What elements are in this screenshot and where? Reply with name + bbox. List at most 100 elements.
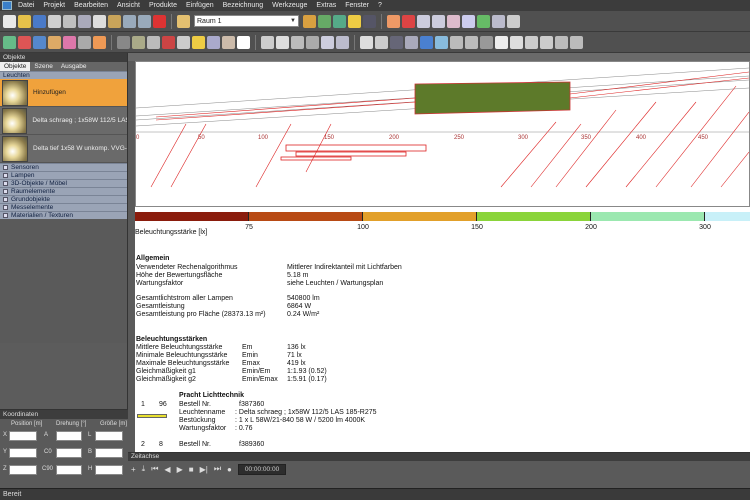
menu-help[interactable]: ? xyxy=(378,2,382,9)
menu-extras[interactable]: Extras xyxy=(316,2,336,9)
menu-einfuegen[interactable]: Einfügen xyxy=(186,2,214,9)
print-icon[interactable] xyxy=(48,14,61,28)
project-icon[interactable] xyxy=(177,14,190,28)
position-y-input[interactable] xyxy=(9,448,37,458)
page-icon[interactable] xyxy=(495,35,508,49)
expand-icon[interactable] xyxy=(3,213,8,218)
play-icon[interactable]: ▶ xyxy=(177,465,183,474)
line-icon[interactable] xyxy=(132,35,145,49)
view-iso-icon[interactable] xyxy=(480,35,493,49)
texture-icon[interactable] xyxy=(237,35,250,49)
page3-icon[interactable] xyxy=(525,35,538,49)
grid-blue-icon[interactable] xyxy=(33,35,46,49)
app-icon[interactable] xyxy=(2,1,12,10)
size-l-input[interactable] xyxy=(95,431,123,441)
section-materialien[interactable]: Materialien / Texturen xyxy=(0,211,127,219)
menu-werkzeuge[interactable]: Werkzeuge xyxy=(272,2,307,9)
snap-icon[interactable] xyxy=(3,35,16,49)
grid-gray-icon[interactable] xyxy=(78,35,91,49)
redo-icon[interactable] xyxy=(138,14,151,28)
view-side-icon[interactable] xyxy=(450,35,463,49)
menu-bearbeiten[interactable]: Bearbeiten xyxy=(74,2,108,9)
keyframe-icon[interactable]: ⤓ xyxy=(142,464,146,474)
grid-pink-icon[interactable] xyxy=(63,35,76,49)
tab-objekte[interactable]: Objekte xyxy=(0,62,31,71)
timeline-time[interactable]: 00:00:00:00 xyxy=(237,463,287,475)
rotation-c90-input[interactable] xyxy=(56,465,82,475)
check-icon[interactable] xyxy=(477,14,490,28)
section-grundobjekte[interactable]: Grundobjekte xyxy=(0,195,127,203)
last-frame-icon[interactable]: ⏭ xyxy=(214,464,221,474)
orbit-icon[interactable] xyxy=(261,35,274,49)
room-icon[interactable] xyxy=(303,14,316,28)
luminaire-delta-schraeg[interactable]: Delta schraeg ; 1x58W 112/5 LAS xyxy=(0,107,127,135)
rotation-a-input[interactable] xyxy=(56,431,82,441)
section-lampen[interactable]: Lampen xyxy=(0,171,127,179)
page4-icon[interactable] xyxy=(540,35,553,49)
prev-frame-icon[interactable]: ◀ xyxy=(164,465,170,474)
cube-icon[interactable] xyxy=(462,14,475,28)
layers-icon[interactable] xyxy=(375,35,388,49)
view-top-icon[interactable] xyxy=(465,35,478,49)
next-frame-icon[interactable]: ▶| xyxy=(200,465,208,474)
room-select[interactable]: Raum 1 ▼ xyxy=(194,15,299,27)
help-pointer-icon[interactable] xyxy=(507,14,520,28)
render-icon[interactable] xyxy=(390,35,403,49)
luminaire-delta-tief[interactable]: Delta tief 1x58 W unkomp. VVG- xyxy=(0,135,127,163)
grid-orange-icon[interactable] xyxy=(48,35,61,49)
section-3d-objekte[interactable]: 3D-Objekte / Möbel xyxy=(0,179,127,187)
room-tool-icon[interactable] xyxy=(318,14,331,28)
delete-icon[interactable] xyxy=(153,14,166,28)
scale-icon[interactable] xyxy=(417,14,430,28)
save-icon[interactable] xyxy=(33,14,46,28)
open-folder-icon[interactable] xyxy=(18,14,31,28)
menu-produkte[interactable]: Produkte xyxy=(149,2,177,9)
paste-icon[interactable] xyxy=(108,14,121,28)
page5-icon[interactable] xyxy=(555,35,568,49)
zoom-in-icon[interactable] xyxy=(321,35,334,49)
size-h-input[interactable] xyxy=(95,465,123,475)
rotation-c0-input[interactable] xyxy=(56,448,82,458)
page6-icon[interactable] xyxy=(570,35,583,49)
section-messelemente[interactable]: Messelemente xyxy=(0,203,127,211)
tab-ausgabe[interactable]: Ausgabe xyxy=(57,62,91,71)
expand-icon[interactable] xyxy=(3,173,8,178)
menu-bezeichnung[interactable]: Bezeichnung xyxy=(223,2,263,9)
object-icon[interactable] xyxy=(222,35,235,49)
plan-icon[interactable] xyxy=(405,35,418,49)
expand-icon[interactable] xyxy=(3,189,8,194)
position-x-input[interactable] xyxy=(9,431,37,441)
luminaire-add[interactable]: Hinzufügen xyxy=(0,79,127,107)
rotate-icon[interactable] xyxy=(402,14,415,28)
page2-icon[interactable] xyxy=(510,35,523,49)
luminaire-icon[interactable] xyxy=(177,35,190,49)
cut-icon[interactable] xyxy=(78,14,91,28)
menu-ansicht[interactable]: Ansicht xyxy=(117,2,140,9)
sensor-icon[interactable] xyxy=(207,35,220,49)
calc-icon[interactable] xyxy=(333,14,346,28)
grid-red-icon[interactable] xyxy=(18,35,31,49)
move-icon[interactable] xyxy=(387,14,400,28)
pointer-icon[interactable] xyxy=(117,35,130,49)
zoom-window-icon[interactable] xyxy=(336,35,349,49)
print-preview-icon[interactable] xyxy=(63,14,76,28)
first-frame-icon[interactable]: ⏮ xyxy=(151,464,158,474)
light-icon[interactable] xyxy=(348,14,361,28)
zoom-icon[interactable] xyxy=(276,35,289,49)
undo-icon[interactable] xyxy=(123,14,136,28)
section-raumelemente[interactable]: Raumelemente xyxy=(0,187,127,195)
pan-icon[interactable] xyxy=(291,35,304,49)
menu-fenster[interactable]: Fenster xyxy=(345,2,369,9)
section-leuchten[interactable]: Leuchten xyxy=(0,71,127,79)
size-b-input[interactable] xyxy=(95,448,123,458)
measure-icon[interactable] xyxy=(93,35,106,49)
keyframe-add-icon[interactable]: + xyxy=(131,465,136,474)
section-sensoren[interactable]: Sensoren xyxy=(0,163,127,171)
expand-icon[interactable] xyxy=(3,205,8,210)
new-file-icon[interactable] xyxy=(3,14,16,28)
arrow-down-icon[interactable] xyxy=(492,14,505,28)
3d-view-icon[interactable] xyxy=(420,35,433,49)
tab-szene[interactable]: Szene xyxy=(30,62,56,71)
mirror-icon[interactable] xyxy=(432,14,445,28)
grid-icon[interactable] xyxy=(360,35,373,49)
